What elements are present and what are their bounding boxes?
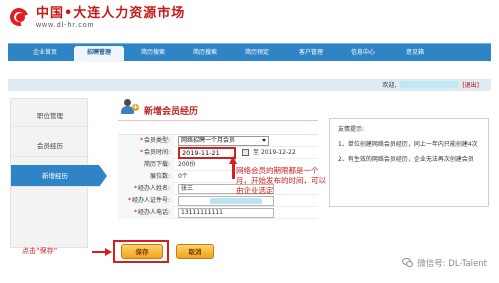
title-divider: [118, 120, 318, 121]
sidebar-item-job-management[interactable]: 职位管理: [11, 105, 89, 127]
redacted-id-number: [210, 198, 262, 204]
click-save-hint: 点击“保存”: [22, 247, 58, 255]
site-header: 中国•大连人力资源市场 www.dl-hr.com: [0, 0, 499, 42]
tips-title: 友情提示:: [338, 126, 365, 133]
page-title: 新增会员经历: [144, 107, 199, 117]
welcome-message: 欢迎, [退出]: [382, 80, 479, 89]
member-time-label: 会员时间:: [143, 149, 170, 156]
wechat-icon: [402, 258, 414, 268]
agent-name-label: 经办人姓名:: [137, 185, 170, 192]
agent-phone-field[interactable]: 13111111111: [178, 208, 274, 218]
end-date-value: 2019-12-22: [260, 149, 296, 156]
nav-item-customer[interactable]: 客户管理: [286, 44, 336, 62]
required-mark: *: [139, 149, 143, 156]
cancel-button[interactable]: 取消: [176, 244, 214, 259]
form-row-agent-phone: *经办人电话: 13111111111: [118, 207, 318, 219]
resume-download-label: 简历下载:: [118, 159, 174, 171]
form-row-member-time: *会员时间: 2019-11-21 至 2019-12-22: [118, 147, 318, 159]
nav-item-resume-search[interactable]: 简历搜索: [128, 44, 178, 62]
job-count-label: 展位数:: [118, 171, 174, 183]
tips-item: 2、有生效的网络会员经历，企业无法再次创建会员: [338, 156, 474, 163]
welcome-bar: 欢迎, [退出]: [8, 79, 491, 91]
form-row-agent-id: *经办人证件号:: [118, 195, 318, 207]
sidebar-item-member-history[interactable]: 会员经历: [11, 135, 89, 157]
logo-icon: [6, 4, 32, 30]
logo-title: 中国•大连人力资源市场: [36, 6, 186, 21]
agent-phone-label: 经办人电话:: [137, 209, 170, 216]
end-date-text: 至 2019-12-22: [253, 147, 296, 159]
site-logo[interactable]: 中国•大连人力资源市场 www.dl-hr.com: [6, 4, 186, 30]
job-count-value: 0个: [178, 173, 188, 180]
logo-url: www.dl-hr.com: [36, 22, 95, 29]
nav-item-resume-reserve[interactable]: 简历预定: [232, 44, 282, 62]
tips-item: 1、单位创建网络会员经历，同上一年内只能创建4次: [338, 141, 478, 148]
to-text: 至: [253, 149, 260, 156]
required-mark: *: [127, 197, 131, 204]
annotation-note: 网络会员的期限都是一个月，开始发布的时间，可以由企业选定: [236, 166, 326, 195]
hint-arrow-icon: [105, 248, 112, 256]
sidebar-item-add-history[interactable]: 新增经历: [11, 165, 107, 187]
required-mark: *: [133, 185, 137, 192]
member-type-label: 会员类型:: [143, 137, 170, 144]
chevron-down-icon: [262, 139, 266, 142]
hint-arrow-shaft: [92, 251, 106, 253]
tips-panel: 友情提示: 1、单位创建网络会员经历，同上一年内只能创建4次 2、有生效的网络会…: [329, 118, 489, 207]
required-mark: *: [133, 209, 137, 216]
form-row-member-type: *会员类型: 网络招聘一个月会员: [118, 135, 318, 147]
wechat-watermark: 微信号: DL-Talent: [402, 257, 487, 269]
watermark-text: 微信号: DL-Talent: [417, 259, 487, 269]
main-nav: 企业首页 招聘管理 简历搜索 简历搜索 简历预定 客户管理 信息中心 意见箱: [8, 43, 491, 62]
agent-id-label: 经办人证件号:: [131, 197, 170, 204]
redacted-company-name: [400, 81, 459, 88]
required-mark: *: [139, 137, 143, 144]
add-user-icon: +: [121, 98, 139, 116]
sidebar: 职位管理 会员经历 新增经历: [10, 98, 107, 248]
nav-item-home[interactable]: 企业首页: [20, 44, 70, 62]
resume-download-value: 200份: [178, 161, 196, 168]
member-type-select[interactable]: 网络招聘一个月会员: [178, 136, 269, 146]
welcome-prefix: 欢迎,: [382, 82, 397, 89]
nav-item-info-center[interactable]: 信息中心: [338, 44, 388, 62]
member-type-value: 网络招聘一个月会员: [181, 137, 236, 144]
logout-link[interactable]: [退出]: [462, 80, 479, 89]
annotation-arrow-shaft: [232, 163, 235, 179]
calendar-icon[interactable]: [242, 149, 249, 156]
nav-item-feedback[interactable]: 意见箱: [390, 44, 440, 62]
nav-item-recruit[interactable]: 招聘管理: [74, 46, 124, 62]
start-date-input[interactable]: 2019-11-21: [178, 147, 236, 159]
save-button[interactable]: 保存: [121, 244, 163, 259]
nav-item-resume-search-2[interactable]: 简历搜索: [180, 44, 230, 62]
